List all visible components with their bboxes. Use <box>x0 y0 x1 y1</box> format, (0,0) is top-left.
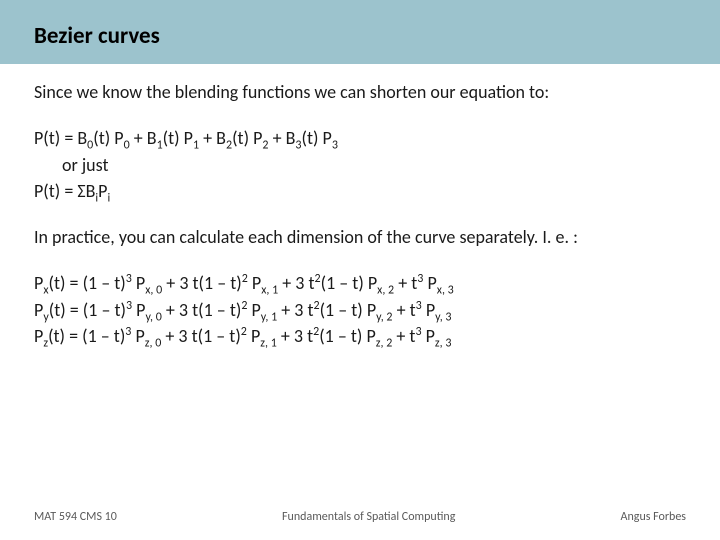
s: i <box>107 191 110 205</box>
eq2-line-y: Py(t) = (1 – t)3 Py, 0 + 3 t(1 – t)2 Py,… <box>34 298 686 322</box>
t: P(t) = B <box>34 127 87 149</box>
slide-body: Since we know the blending functions we … <box>34 80 686 370</box>
eq1-line2: or just <box>34 153 686 177</box>
intro-text: Since we know the blending functions we … <box>34 80 686 104</box>
s: 3 <box>332 139 338 153</box>
eq1-line1: P(t) = B0(t) P0 + B1(t) P1 + B2(t) P2 + … <box>34 126 686 150</box>
t: (t) P <box>302 127 332 149</box>
footer: MAT 594 CMS 10 Fundamentals of Spatial C… <box>34 510 686 524</box>
t: + B <box>199 127 226 149</box>
equation-block-1: P(t) = B0(t) P0 + B1(t) P1 + B2(t) P2 + … <box>34 126 686 203</box>
eq2-line-z: Pz(t) = (1 – t)3 Pz, 0 + 3 t(1 – t)2 Pz,… <box>34 324 686 348</box>
t: (t) P <box>93 127 123 149</box>
t: + B <box>269 127 296 149</box>
practice-text: In practice, you can calculate each dime… <box>34 225 686 249</box>
t: + B <box>130 127 157 149</box>
equation-block-2: Px(t) = (1 – t)3 Px, 0 + 3 t(1 – t)2 Px,… <box>34 271 686 348</box>
t: P(t) = ΣB <box>34 180 95 202</box>
t: (t) P <box>232 127 262 149</box>
footer-center: Fundamentals of Spatial Computing <box>282 510 455 524</box>
eq1-line3: P(t) = ΣBiPi <box>34 179 686 203</box>
eq2-line-x: Px(t) = (1 – t)3 Px, 0 + 3 t(1 – t)2 Px,… <box>34 271 686 295</box>
footer-right: Angus Forbes <box>621 510 686 524</box>
slide: Bezier curves Since we know the blending… <box>0 0 720 540</box>
footer-left: MAT 594 CMS 10 <box>34 510 117 524</box>
slide-title: Bezier curves <box>34 22 160 50</box>
t: (t) P <box>163 127 193 149</box>
